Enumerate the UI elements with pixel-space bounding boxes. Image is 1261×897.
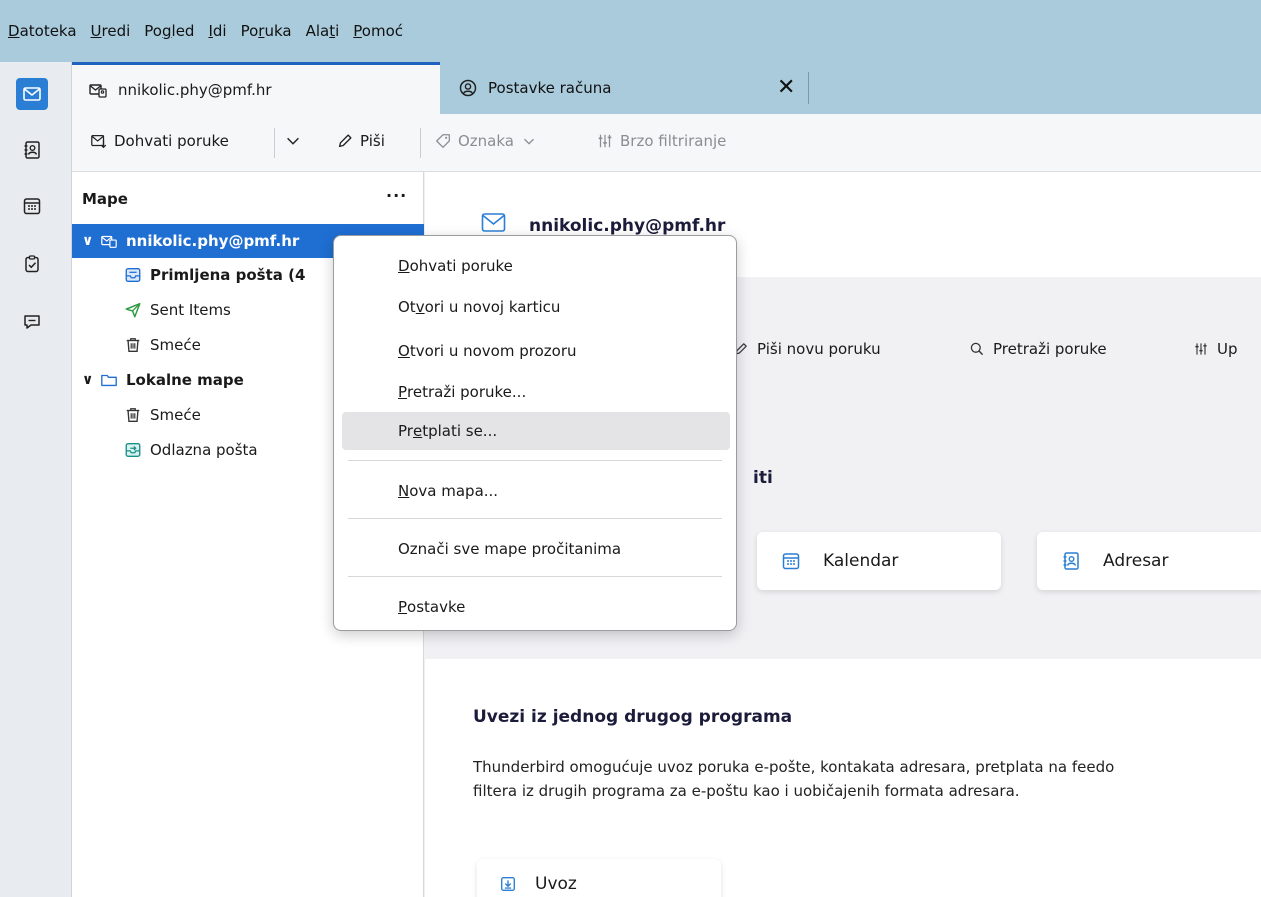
import-icon: [501, 877, 515, 891]
search-messages-link[interactable]: Pretraži poruke: [969, 340, 1107, 358]
tag-chevron-down-icon: [524, 138, 534, 145]
menu-idi[interactable]: Idi: [208, 22, 226, 40]
import-description: Thunderbird omogućuje uvoz poruka e-pošt…: [473, 758, 1115, 800]
mail-icon: [481, 213, 506, 232]
import-heading: Uvezi iz jednog drugog programa: [473, 707, 793, 727]
menu-item-properties[interactable]: Postavke: [342, 588, 730, 626]
account-mail-icon: [101, 235, 117, 248]
menu-alati[interactable]: Alati: [306, 22, 340, 40]
get-messages-icon: [91, 134, 107, 149]
toolbar-separator-2: [420, 128, 421, 158]
filter-sliders-icon: [1195, 343, 1207, 355]
sent-icon: [125, 302, 141, 318]
menu-item-open-new-tab[interactable]: Ot v ori u novoj karticu: [342, 288, 730, 326]
folder-pane-menu-button[interactable]: ···: [386, 186, 407, 205]
toolbar-separator: [274, 128, 275, 158]
quick-filter-button[interactable]: Brzo filtriranje: [596, 132, 726, 150]
folder-icon: [101, 374, 117, 387]
menu-item-search-messages[interactable]: Pretraži poruke...: [342, 373, 730, 411]
write-new-message-link[interactable]: Piši novu poruku: [733, 340, 881, 358]
tasks-icon: [25, 255, 39, 273]
menu-item-get-messages[interactable]: Dohvati poruke: [342, 247, 730, 285]
filter-sliders-icon: [598, 134, 612, 148]
outbox-icon: [125, 443, 141, 457]
trash-icon: [126, 338, 140, 352]
menu-separator: [348, 460, 722, 461]
pencil-icon: [338, 134, 352, 148]
menu-item-new-folder[interactable]: Nova mapa...: [342, 472, 730, 510]
space-addressbook-button[interactable]: [16, 134, 48, 166]
tab-account-settings[interactable]: Postavke računa ✕: [442, 62, 810, 114]
space-tasks-button[interactable]: [16, 248, 48, 280]
import-section: Uvezi iz jednog drugog programa Thunderb…: [425, 659, 1261, 897]
menu-item-open-new-window[interactable]: Otvori u novom prozoru: [342, 332, 730, 370]
menu-bar: Datoteka Uredi Pogled Idi Poruka Alati P…: [0, 0, 1261, 62]
calendar-setup-button[interactable]: Kalendar: [757, 532, 1001, 590]
menu-poruka[interactable]: Poruka: [241, 22, 292, 40]
folder-context-menu: Dohvati poruke Ot v ori u novoj karticu Ot…: [333, 235, 737, 631]
import-button[interactable]: Uvoz: [477, 859, 721, 897]
tab-strip: nnikolic.phy@pmf.hr Postavke računa ✕: [72, 62, 1261, 114]
calendar-icon: [23, 198, 41, 215]
chat-icon: [24, 315, 40, 329]
account-title: nnikolic.phy@pmf.hr: [529, 216, 726, 236]
account-mail-icon: [88, 80, 108, 100]
manage-filters-link[interactable]: Up: [1193, 340, 1238, 358]
account-settings-icon: [458, 78, 478, 98]
setup-heading: iti: [753, 468, 773, 488]
menu-item-subscribe[interactable]: Pr e tplati se...: [342, 412, 730, 450]
space-calendar-button[interactable]: [16, 190, 48, 222]
addressbook-icon: [1063, 552, 1079, 570]
menu-separator: [348, 576, 722, 577]
tab-account-settings-label: Postavke računa: [488, 79, 612, 97]
menu-separator: [348, 518, 722, 519]
tab-account[interactable]: nnikolic.phy@pmf.hr: [72, 62, 440, 114]
tab-account-label: nnikolic.phy@pmf.hr: [118, 80, 272, 99]
space-mail-button[interactable]: [16, 78, 48, 110]
space-chat-button[interactable]: [16, 306, 48, 338]
menu-uredi[interactable]: Uredi: [91, 22, 131, 40]
tab-separator: [808, 72, 809, 104]
write-button[interactable]: Piši: [336, 132, 385, 150]
search-icon: [970, 342, 984, 356]
calendar-icon: [782, 553, 800, 570]
trash-icon: [126, 408, 140, 422]
tag-button[interactable]: Oznaka: [434, 132, 544, 150]
menu-item-mark-all-read[interactable]: Označi sve mape pročitanima: [342, 530, 730, 568]
menu-pogled[interactable]: Pogled: [144, 22, 194, 40]
folder-pane-header: Mape: [82, 190, 128, 208]
collapse-chevron-icon[interactable]: ∨: [82, 233, 96, 249]
collapse-chevron-icon[interactable]: ∨: [82, 372, 96, 388]
spaces-toolbar: [0, 62, 72, 897]
get-messages-button[interactable]: Dohvati poruke: [90, 132, 229, 150]
close-tab-icon[interactable]: ✕: [777, 75, 795, 100]
mail-icon: [23, 87, 41, 101]
menu-datoteka[interactable]: Datoteka: [8, 22, 77, 40]
addressbook-icon: [24, 141, 40, 159]
chevron-down-icon: [287, 137, 299, 145]
tag-icon: [436, 134, 450, 148]
get-messages-dropdown[interactable]: [284, 132, 308, 150]
menu-pomoc[interactable]: Pomoć: [353, 22, 403, 40]
addressbook-setup-button[interactable]: Adresar: [1037, 532, 1261, 590]
menu-items: Datoteka Uredi Pogled Idi Poruka Alati P…: [8, 22, 403, 40]
inbox-icon: [125, 268, 141, 282]
mail-toolbar: Dohvati poruke Piši Oznaka Brzo filtrira…: [72, 114, 1261, 172]
